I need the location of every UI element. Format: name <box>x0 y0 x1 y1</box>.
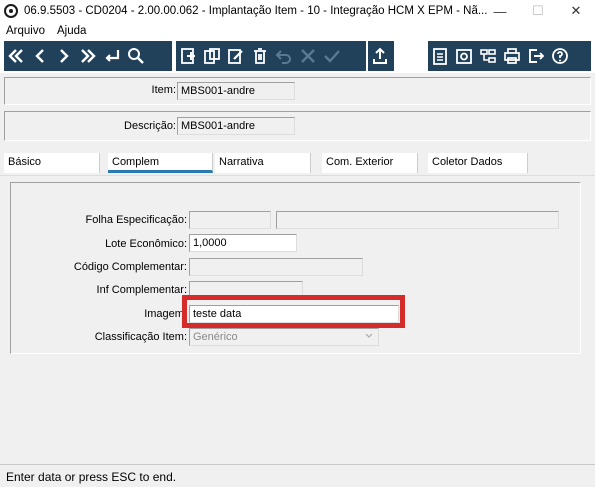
last-icon[interactable] <box>76 43 100 69</box>
classificacao-label: Classificação Item: <box>94 331 187 343</box>
codigo-label: Código Complementar: <box>73 261 187 273</box>
maximize-button[interactable]: ☐ <box>519 0 557 22</box>
hierarchy-icon[interactable] <box>476 43 500 69</box>
next-icon[interactable] <box>52 43 76 69</box>
lote-label: Lote Econômico: <box>105 238 187 250</box>
menu-arquivo[interactable]: Arquivo <box>0 25 51 37</box>
menu-ajuda[interactable]: Ajuda <box>51 25 92 37</box>
codigo-field[interactable] <box>189 258 363 276</box>
window-controls: — ☐ ✕ <box>481 0 595 22</box>
folha-field-2[interactable] <box>276 211 559 229</box>
previous-icon[interactable] <box>28 43 52 69</box>
toolbar <box>0 39 595 73</box>
classificacao-value: Genérico <box>193 331 238 343</box>
notes-icon[interactable] <box>428 43 452 69</box>
window-title: 06.9.5503 - CD0204 - 2.00.00.062 - Impla… <box>24 5 488 17</box>
camera-icon[interactable] <box>452 43 476 69</box>
item-panel: Item: MBS001-andre <box>4 77 591 105</box>
copy-icon[interactable] <box>200 43 224 69</box>
edit-icon[interactable] <box>224 43 248 69</box>
print-icon[interactable] <box>500 43 524 69</box>
undo-icon[interactable] <box>272 43 296 69</box>
description-label: Descrição: <box>124 120 176 132</box>
imagem-label: Imagem: <box>144 308 187 320</box>
highlight-box <box>182 295 405 328</box>
menu-bar: Arquivo Ajuda <box>0 22 595 39</box>
classificacao-combo[interactable]: Genérico <box>189 328 379 346</box>
folha-field[interactable] <box>189 211 271 229</box>
add-icon[interactable] <box>176 43 200 69</box>
minimize-button[interactable]: — <box>481 0 519 22</box>
lote-field[interactable]: 1,0000 <box>189 234 297 252</box>
tab-com-exterior[interactable]: Com. Exterior <box>322 153 418 173</box>
title-bar: 06.9.5503 - CD0204 - 2.00.00.062 - Impla… <box>0 0 595 22</box>
status-bar: Enter data or press ESC to end. <box>0 464 595 487</box>
tab-content: Folha Especificação: Lote Econômico: 1,0… <box>0 175 595 460</box>
edit-toolbar <box>176 41 366 71</box>
tab-basico[interactable]: Básico <box>4 153 100 173</box>
complement-groupbox: Folha Especificação: Lote Econômico: 1,0… <box>10 182 581 354</box>
save-icon[interactable] <box>320 43 344 69</box>
inf-label: Inf Complementar: <box>96 284 187 296</box>
cancel-icon[interactable] <box>296 43 320 69</box>
item-field[interactable]: MBS001-andre <box>177 82 295 100</box>
export-toolbar <box>368 41 394 71</box>
tab-narrativa[interactable]: Narrativa <box>215 153 311 173</box>
description-field[interactable]: MBS001-andre <box>177 117 295 135</box>
description-panel: Descrição: MBS001-andre <box>4 111 591 141</box>
tab-bar: Básico Complem Narrativa Com. Exterior C… <box>0 151 595 175</box>
help-icon[interactable] <box>548 43 572 69</box>
first-icon[interactable] <box>4 43 28 69</box>
upload-icon[interactable] <box>368 43 392 69</box>
navigation-toolbar <box>4 41 172 71</box>
utility-toolbar <box>428 41 591 71</box>
app-icon <box>4 4 18 18</box>
search-icon[interactable] <box>124 43 148 69</box>
tab-coletor-dados[interactable]: Coletor Dados <box>428 153 528 173</box>
delete-icon[interactable] <box>248 43 272 69</box>
folha-label: Folha Especificação: <box>85 214 188 226</box>
close-button[interactable]: ✕ <box>557 0 595 22</box>
main-window: 06.9.5503 - CD0204 - 2.00.00.062 - Impla… <box>0 0 595 487</box>
exit-icon[interactable] <box>524 43 548 69</box>
chevron-down-icon <box>365 333 373 338</box>
item-label: Item: <box>151 84 176 96</box>
goto-icon[interactable] <box>100 43 124 69</box>
tab-complem[interactable]: Complem <box>108 153 213 173</box>
